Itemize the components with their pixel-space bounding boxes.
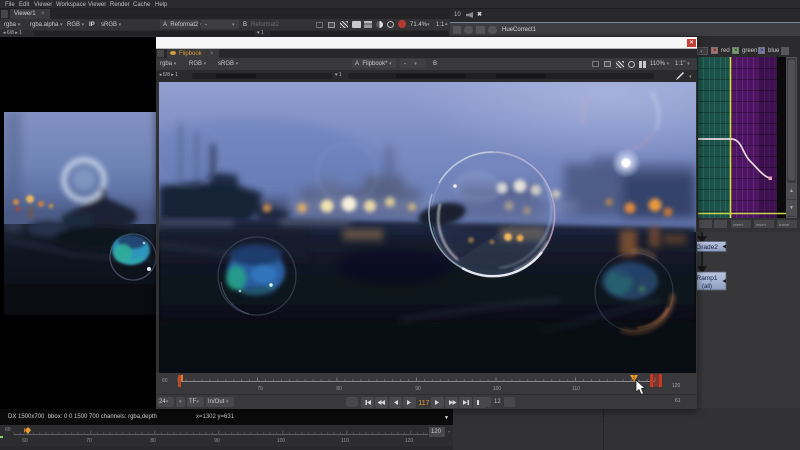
svg-text:100: 100 <box>493 386 502 392</box>
svg-text:100: 100 <box>277 438 286 444</box>
svg-text:90: 90 <box>214 438 220 444</box>
svg-text:117: 117 <box>418 400 429 407</box>
svg-text:110: 110 <box>341 438 349 444</box>
svg-text:110: 110 <box>572 386 580 392</box>
svg-text:70: 70 <box>257 386 263 392</box>
svg-text:60: 60 <box>22 438 28 444</box>
svg-text:80: 80 <box>336 386 342 392</box>
svg-text:80: 80 <box>150 438 156 444</box>
svg-text:90: 90 <box>415 386 421 392</box>
svg-text:Ramp1: Ramp1 <box>697 275 718 282</box>
svg-text:120: 120 <box>405 438 414 444</box>
svg-text:(all): (all) <box>702 284 712 290</box>
svg-text:Grade2: Grade2 <box>696 244 718 251</box>
svg-text:70: 70 <box>86 438 92 444</box>
